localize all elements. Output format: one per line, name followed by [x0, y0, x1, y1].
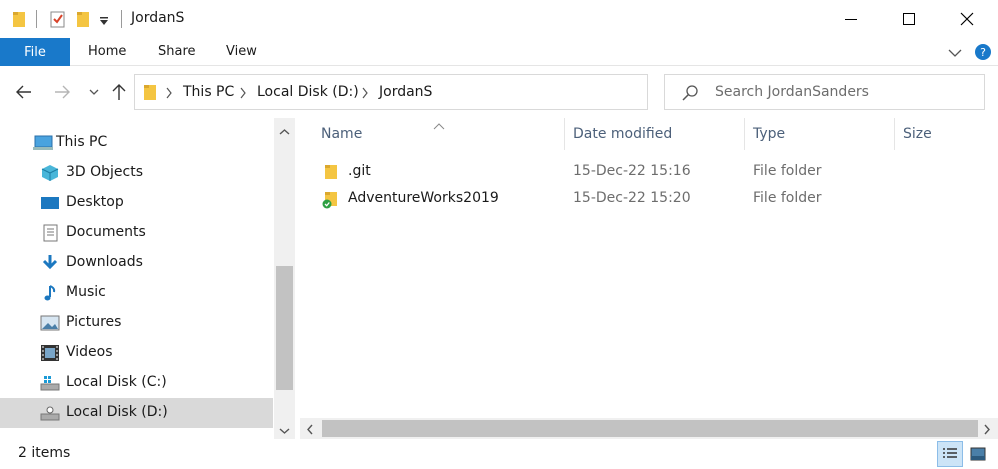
- sidebar-item-label: Local Disk (D:): [66, 404, 168, 420]
- separator: [36, 10, 37, 28]
- search-icon: [681, 84, 699, 106]
- tab-share[interactable]: Share: [158, 44, 196, 59]
- breadcrumb-jordans[interactable]: JordanS: [379, 84, 432, 100]
- ribbon: File Home Share View ?: [0, 38, 998, 66]
- downloads-icon: [40, 254, 60, 272]
- sort-ascending-icon: [433, 118, 445, 134]
- scroll-up-icon[interactable]: [279, 124, 290, 140]
- up-button[interactable]: [107, 80, 131, 104]
- videos-icon: [40, 344, 60, 362]
- scroll-right-icon[interactable]: [983, 423, 991, 439]
- address-bar[interactable]: This PC Local Disk (D:) JordanS: [134, 74, 772, 110]
- file-name: AdventureWorks2019: [348, 190, 499, 206]
- pictures-icon: [40, 314, 60, 332]
- column-header-type[interactable]: Type: [753, 126, 785, 142]
- navigation-bar: This PC Local Disk (D:) JordanS Search J…: [0, 66, 998, 118]
- help-icon[interactable]: ?: [974, 43, 992, 65]
- 3d-objects-icon: [40, 164, 60, 182]
- horizontal-scrollbar[interactable]: [300, 418, 998, 439]
- column-divider[interactable]: [564, 118, 565, 150]
- file-list: Name Date modified Type Size .git 15-Dec…: [300, 118, 998, 439]
- sidebar-item-local-disk-c[interactable]: Local Disk (C:): [0, 368, 273, 398]
- customize-toolbar-icon[interactable]: [99, 14, 109, 30]
- sidebar-item-3d-objects[interactable]: 3D Objects: [0, 158, 273, 188]
- new-folder-icon[interactable]: [76, 10, 90, 32]
- desktop-icon: [40, 194, 60, 212]
- recent-locations-button[interactable]: [82, 80, 106, 104]
- column-header-name[interactable]: Name: [321, 126, 362, 142]
- table-row[interactable]: .git 15-Dec-22 15:16 File folder: [300, 159, 998, 186]
- file-tab[interactable]: File: [0, 38, 70, 66]
- column-header-size[interactable]: Size: [903, 126, 932, 142]
- window-title: JordanS: [131, 10, 185, 26]
- folder-icon: [143, 83, 157, 105]
- music-icon: [40, 284, 60, 302]
- sidebar-item-videos[interactable]: Videos: [0, 338, 273, 368]
- chevron-right-icon[interactable]: [239, 87, 247, 103]
- back-button[interactable]: [12, 80, 36, 104]
- sidebar-item-label: This PC: [56, 134, 108, 150]
- file-date: 15-Dec-22 15:20: [573, 190, 691, 206]
- file-type: File folder: [753, 190, 822, 206]
- sidebar-item-label: Music: [66, 284, 106, 300]
- search-box[interactable]: Search JordanSanders: [664, 74, 985, 110]
- drive-c-icon: [40, 374, 60, 392]
- breadcrumb-this-pc[interactable]: This PC: [183, 84, 234, 100]
- sidebar-item-local-disk-d[interactable]: Local Disk (D:): [0, 398, 273, 428]
- sidebar-item-label: Videos: [66, 344, 113, 360]
- large-icons-view-button[interactable]: [965, 441, 991, 467]
- sidebar-item-label: Desktop: [66, 194, 124, 210]
- documents-icon: [40, 224, 60, 242]
- chevron-right-icon[interactable]: [361, 87, 369, 103]
- nav-scrollbar[interactable]: [274, 118, 295, 439]
- status-bar: 2 items: [0, 439, 998, 469]
- sidebar-item-this-pc[interactable]: This PC: [0, 128, 273, 158]
- chevron-right-icon[interactable]: [165, 87, 173, 103]
- folder-synced-icon: [322, 191, 338, 213]
- column-divider[interactable]: [744, 118, 745, 150]
- tab-home[interactable]: Home: [88, 44, 126, 59]
- sidebar-item-music[interactable]: Music: [0, 278, 273, 308]
- title-bar: JordanS: [0, 0, 998, 38]
- svg-text:?: ?: [980, 46, 986, 59]
- expand-ribbon-icon[interactable]: [948, 46, 962, 62]
- sidebar-item-desktop[interactable]: Desktop: [0, 188, 273, 218]
- tab-view[interactable]: View: [226, 44, 257, 59]
- sidebar-item-downloads[interactable]: Downloads: [0, 248, 273, 278]
- drive-d-icon: [40, 404, 60, 422]
- this-pc-icon: [32, 134, 53, 152]
- sidebar-item-label: Pictures: [66, 314, 122, 330]
- separator: [121, 10, 122, 28]
- column-header-date[interactable]: Date modified: [573, 126, 672, 142]
- forward-button[interactable]: [50, 80, 74, 104]
- sidebar-item-label: Documents: [66, 224, 146, 240]
- scrollbar-thumb[interactable]: [276, 266, 293, 390]
- breadcrumb-local-disk-d[interactable]: Local Disk (D:): [257, 84, 359, 100]
- scroll-left-icon[interactable]: [306, 423, 314, 439]
- file-date: 15-Dec-22 15:16: [573, 163, 691, 179]
- sidebar-item-label: Downloads: [66, 254, 143, 270]
- scroll-down-icon[interactable]: [279, 423, 290, 439]
- item-count: 2 items: [18, 445, 71, 461]
- file-name: .git: [348, 163, 371, 179]
- minimize-button[interactable]: [822, 0, 880, 38]
- table-row[interactable]: AdventureWorks2019 15-Dec-22 15:20 File …: [300, 186, 998, 213]
- sidebar-item-label: 3D Objects: [66, 164, 144, 180]
- file-type: File folder: [753, 163, 822, 179]
- scrollbar-thumb[interactable]: [322, 420, 978, 437]
- search-input[interactable]: Search JordanSanders: [715, 84, 869, 100]
- folder-icon: [324, 164, 338, 184]
- column-divider[interactable]: [894, 118, 895, 150]
- properties-icon[interactable]: [50, 10, 66, 32]
- close-button[interactable]: [938, 0, 996, 38]
- details-view-button[interactable]: [937, 441, 963, 467]
- maximize-button[interactable]: [880, 0, 938, 38]
- sidebar-item-documents[interactable]: Documents: [0, 218, 273, 248]
- sidebar-item-label: Local Disk (C:): [66, 374, 167, 390]
- navigation-pane: This PC 3D Objects Desktop Documents Dow…: [0, 118, 296, 439]
- folder-icon: [12, 10, 26, 32]
- sidebar-item-pictures[interactable]: Pictures: [0, 308, 273, 338]
